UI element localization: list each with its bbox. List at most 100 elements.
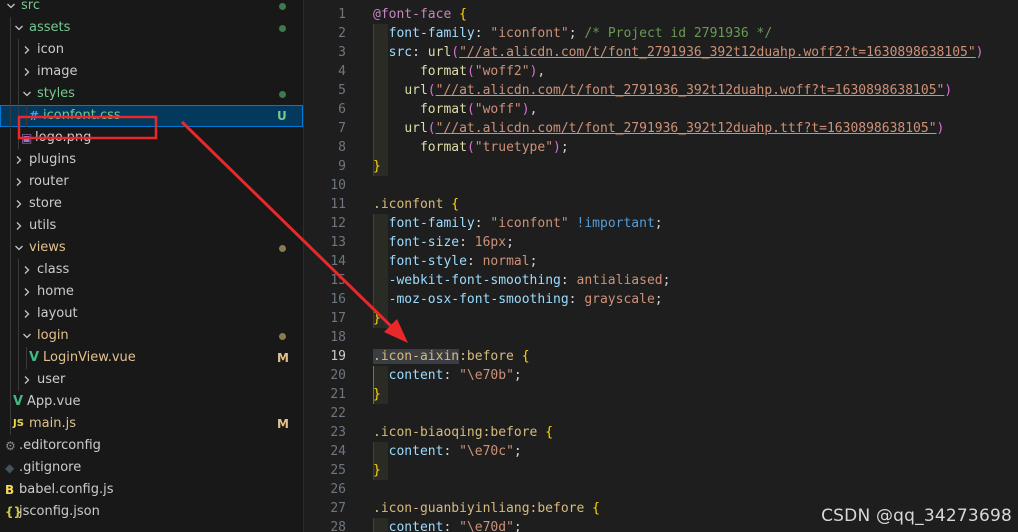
code-token: ;: [662, 273, 671, 288]
chevron-right-icon[interactable]: [21, 61, 33, 83]
code-token: ): [975, 45, 984, 60]
code-line[interactable]: 18: [304, 328, 1018, 347]
code-text: .iconfont {: [373, 195, 459, 214]
explorer-item-label: .editorconfig: [19, 438, 101, 453]
explorer-item-app-vue[interactable]: V App.vue: [0, 391, 303, 413]
explorer-item-iconfont-css[interactable]: # iconfont.css U: [0, 105, 303, 127]
explorer-item-layout[interactable]: layout: [0, 303, 303, 325]
code-line[interactable]: 22: [304, 404, 1018, 423]
chevron-right-icon[interactable]: [13, 149, 25, 171]
chevron-right-icon[interactable]: [21, 39, 33, 61]
line-number: 28: [330, 520, 346, 532]
indent-guide: [18, 61, 19, 83]
chevron-down-icon[interactable]: [13, 237, 25, 259]
chevron-right-icon[interactable]: [21, 281, 33, 303]
code-token: {: [451, 197, 460, 212]
explorer-item-jsconfig-json[interactable]: {} jsconfig.json: [0, 501, 303, 523]
code-token: :: [466, 254, 483, 269]
explorer-item-image[interactable]: image: [0, 61, 303, 83]
explorer-item-src[interactable]: src: [0, 0, 303, 17]
explorer-item-babel-config-js[interactable]: Bbabel.config.js: [0, 479, 303, 501]
code-line[interactable]: 9}: [304, 157, 1018, 176]
code-text: content: "\e70c";: [373, 442, 522, 461]
code-token: }: [373, 311, 381, 326]
explorer-item-home[interactable]: home: [0, 281, 303, 303]
explorer-item-main-js[interactable]: JS main.js M: [0, 413, 303, 435]
explorer-item-views[interactable]: views: [0, 237, 303, 259]
explorer-item-editorconfig[interactable]: ⚙ .editorconfig: [0, 435, 303, 457]
explorer-item-user[interactable]: user: [0, 369, 303, 391]
explorer-item-login[interactable]: login: [0, 325, 303, 347]
explorer-item-logo-png[interactable]: ▣ logo.png: [0, 127, 303, 149]
chevron-right-icon[interactable]: [21, 303, 33, 325]
chevron-right-icon[interactable]: [13, 193, 25, 215]
explorer-item-assets[interactable]: assets: [0, 17, 303, 39]
code-token: ;: [654, 292, 663, 307]
explorer-item-router[interactable]: router: [0, 171, 303, 193]
code-line[interactable]: 2 font-family: "iconfont"; /* Project id…: [304, 24, 1018, 43]
code-line[interactable]: 8 format("truetype");: [304, 138, 1018, 157]
code-line[interactable]: 3 src: url("//at.alicdn.com/t/font_27919…: [304, 43, 1018, 62]
code-token: (: [451, 45, 460, 60]
code-line[interactable]: 21}: [304, 385, 1018, 404]
code-line[interactable]: 12 font-family: "iconfont" !important;: [304, 214, 1018, 233]
code-line[interactable]: 5 url("//at.alicdn.com/t/font_2791936_39…: [304, 81, 1018, 100]
indent-guide: [18, 369, 19, 391]
code-text: -moz-osx-font-smoothing: grayscale;: [373, 290, 663, 309]
code-token: (: [466, 102, 475, 117]
code-line[interactable]: 16 -moz-osx-font-smoothing: grayscale;: [304, 290, 1018, 309]
code-text: format("woff"),: [373, 100, 537, 119]
code-token: url: [427, 45, 452, 60]
code-line[interactable]: 26: [304, 480, 1018, 499]
code-line[interactable]: 4 format("woff2"),: [304, 62, 1018, 81]
chevron-down-icon[interactable]: [21, 83, 33, 105]
code-line[interactable]: 25}: [304, 461, 1018, 480]
indent-guide: [10, 303, 11, 325]
explorer-item-utils[interactable]: utils: [0, 215, 303, 237]
code-token: format: [419, 64, 467, 79]
explorer-item-styles[interactable]: styles: [0, 83, 303, 105]
vue-file-icon: V: [29, 350, 40, 365]
code-line[interactable]: 7 url("//at.alicdn.com/t/font_2791936_39…: [304, 119, 1018, 138]
chevron-right-icon[interactable]: [13, 171, 25, 193]
explorer-item-icon[interactable]: icon: [0, 39, 303, 61]
file-explorer: src assets icon image styles # iconfont.css U ▣ l…: [0, 0, 304, 532]
code-line[interactable]: 13 font-size: 16px;: [304, 233, 1018, 252]
explorer-item-plugins[interactable]: plugins: [0, 149, 303, 171]
code-token: }: [373, 387, 381, 402]
chevron-right-icon[interactable]: [21, 369, 33, 391]
code-line[interactable]: 24 content: "\e70c";: [304, 442, 1018, 461]
chevron-down-icon[interactable]: [13, 17, 25, 39]
explorer-item-loginview-vue[interactable]: V LoginView.vue M: [0, 347, 303, 369]
code-line[interactable]: 19 .icon-aixin:before {: [304, 347, 1018, 366]
code-line[interactable]: 17}: [304, 309, 1018, 328]
code-text: }: [373, 157, 381, 176]
code-line[interactable]: 15 -webkit-font-smoothing: antialiased;: [304, 271, 1018, 290]
chevron-down-icon[interactable]: [21, 325, 33, 347]
chevron-right-icon[interactable]: [21, 259, 33, 281]
code-line[interactable]: 14 font-style: normal;: [304, 252, 1018, 271]
code-line[interactable]: 10: [304, 176, 1018, 195]
code-text: content: "\e70d";: [373, 518, 522, 532]
code-editor[interactable]: 1 @font-face {2 font-family: "iconfont"; …: [304, 0, 1018, 532]
code-line[interactable]: 11 .iconfont {: [304, 195, 1018, 214]
code-token: content: [388, 444, 444, 459]
chevron-down-icon[interactable]: [5, 0, 17, 17]
code-line[interactable]: 6 format("woff"),: [304, 100, 1018, 119]
code-token: "\e70d": [459, 520, 514, 532]
code-line[interactable]: 1 @font-face {: [304, 5, 1018, 24]
code-line[interactable]: 23 .icon-biaoqing:before {: [304, 423, 1018, 442]
line-number: 19: [330, 349, 346, 364]
code-line[interactable]: 20 content: "\e70b";: [304, 366, 1018, 385]
explorer-item-class[interactable]: class: [0, 259, 303, 281]
explorer-item-gitignore[interactable]: ◆ .gitignore: [0, 457, 303, 479]
line-number: 25: [330, 463, 346, 478]
explorer-item-store[interactable]: store: [0, 193, 303, 215]
chevron-right-icon[interactable]: [13, 215, 25, 237]
